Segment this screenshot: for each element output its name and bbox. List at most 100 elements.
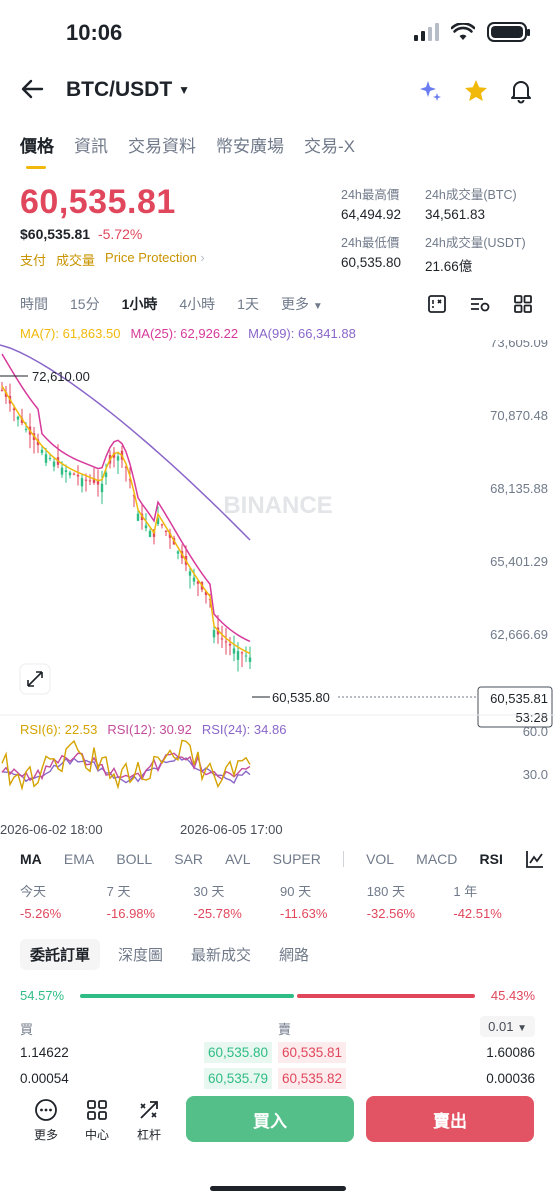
perf-label: 1 年: [453, 884, 478, 899]
bid-price: 60,535.80: [203, 1042, 272, 1063]
bid-qty: 1.14622: [20, 1045, 69, 1060]
orderbook-row: 0.00054 60,535.79 60,535.82 0.00036: [20, 1068, 535, 1092]
tab-square[interactable]: 幣安廣場: [216, 132, 284, 157]
performance-row: 今天 -5.26% 7 天 -16.98% 30 天 -25.78% 90 天 -11.…: [20, 881, 540, 921]
buy-label: 買: [20, 1022, 34, 1037]
divider: [342, 851, 344, 867]
nav-more[interactable]: 更多: [26, 1098, 66, 1143]
indicator-settings-icon[interactable]: [469, 294, 491, 314]
pair-selector[interactable]: BTC/USDT ▼: [66, 78, 190, 102]
interval-1h[interactable]: 1小時: [122, 294, 158, 314]
interval-bar: 時間 15分 1小時 4小時 1天 更多 ▼: [20, 294, 323, 314]
back-arrow-icon[interactable]: [20, 76, 46, 102]
y-tick-4: 65,401.29: [490, 554, 548, 569]
ai-sparkle-icon[interactable]: [417, 78, 443, 104]
nav-center[interactable]: 中心: [77, 1098, 117, 1143]
candle-body: [80, 478, 84, 487]
interval-more[interactable]: 更多 ▼: [281, 294, 323, 314]
candle-body: [232, 648, 236, 654]
tab-trading-data[interactable]: 交易資料: [128, 132, 196, 157]
tab-depth[interactable]: 深度圖: [108, 939, 173, 970]
price-usd: $60,535.81: [20, 226, 91, 242]
grid-layout-icon[interactable]: [513, 294, 533, 314]
y-tick-3: 68,135.88: [490, 481, 548, 496]
tab-trade-x[interactable]: 交易-X: [304, 132, 355, 157]
rsi-tick-30: 30.0: [523, 767, 548, 782]
price-chart[interactable]: BINANCE 73,605.09 70,870.48 68,135.88 65…: [0, 340, 555, 845]
candle-body: [52, 461, 56, 467]
sell-button[interactable]: 賣出: [366, 1096, 534, 1142]
candle-body: [188, 571, 192, 576]
candle-body: [160, 524, 164, 526]
candle-body: [84, 479, 88, 481]
tick-size-select[interactable]: 0.01 ▼: [480, 1016, 535, 1037]
ind-macd[interactable]: MACD: [416, 851, 457, 867]
rsi24-value: RSI(24): 34.86: [201, 722, 287, 737]
candle-body: [176, 551, 180, 554]
candle-body: [100, 483, 104, 493]
perf-value: -32.56%: [366, 906, 416, 921]
ma-legend: MA(7): 61,863.50 MA(25): 62,926.22 MA(99…: [20, 326, 356, 341]
candle-body: [48, 458, 52, 460]
ind-avl[interactable]: AVL: [225, 851, 250, 867]
vol-btc-value: 34,561.83: [425, 207, 486, 222]
vol-usdt-label: 24h成交量(USDT): [425, 236, 526, 250]
candle-body: [24, 428, 28, 431]
indicator-chart-icon[interactable]: [525, 849, 545, 869]
ask-qty: 0.00036: [486, 1071, 535, 1086]
interval-4h[interactable]: 4小時: [179, 294, 215, 314]
high-value: 64,494.92: [341, 207, 402, 222]
star-favorite-icon[interactable]: [463, 78, 489, 104]
ind-vol[interactable]: VOL: [366, 851, 394, 867]
high-label: 24h最高價: [341, 188, 400, 202]
expand-chart-icon[interactable]: [19, 663, 51, 695]
candle-body: [72, 473, 76, 475]
chart-type-icon[interactable]: [427, 294, 447, 314]
ratio-bar-sell: [296, 993, 475, 998]
ind-sar[interactable]: SAR: [174, 851, 203, 867]
link-price-protection[interactable]: Price Protection ›: [105, 250, 205, 269]
more-icon: [35, 1099, 57, 1121]
ind-super[interactable]: SUPER: [273, 851, 321, 867]
ind-boll[interactable]: BOLL: [116, 851, 152, 867]
candle-body: [236, 651, 240, 660]
ind-rsi[interactable]: RSI: [480, 851, 503, 867]
y-tick-5: 62,666.69: [490, 627, 548, 642]
vol-btc-label: 24h成交量(BTC): [425, 188, 517, 202]
ind-ema[interactable]: EMA: [64, 851, 94, 867]
rsi-legend: RSI(6): 22.53 RSI(12): 30.92 RSI(24): 34…: [20, 722, 286, 737]
interval-time[interactable]: 時間: [20, 294, 48, 314]
link-volume[interactable]: 成交量: [56, 250, 95, 269]
link-pay[interactable]: 支付: [20, 250, 46, 269]
ind-ma[interactable]: MA: [20, 851, 42, 867]
interval-1d[interactable]: 1天: [237, 294, 259, 314]
bell-icon[interactable]: [509, 78, 533, 104]
candle-body: [240, 652, 244, 654]
perf-value: -16.98%: [106, 906, 156, 921]
interval-15m[interactable]: 15分: [70, 294, 100, 314]
price-links: 支付 成交量 Price Protection ›: [20, 250, 205, 269]
countdown: 53:28: [515, 710, 548, 725]
tab-info[interactable]: 資訊: [74, 132, 108, 157]
nav-label: 中心: [84, 1128, 109, 1142]
pair-label: BTC/USDT: [66, 78, 173, 101]
tab-network[interactable]: 網路: [269, 939, 319, 970]
buy-button[interactable]: 買入: [186, 1096, 354, 1142]
chevron-right-icon: ›: [200, 250, 205, 265]
nav-leverage[interactable]: 杠杆: [129, 1098, 169, 1143]
status-time: 10:06: [66, 20, 123, 45]
nav-label: 更多: [33, 1128, 58, 1142]
candle-body: [116, 456, 120, 461]
rsi6-value: RSI(6): 22.53: [20, 722, 98, 737]
low-value: 60,535.80: [341, 255, 402, 270]
candle-body: [76, 474, 80, 477]
candle-body: [244, 655, 248, 657]
nav-label: 杠杆: [136, 1128, 161, 1142]
tab-order-book[interactable]: 委託訂單: [20, 939, 101, 970]
ma7-value: MA(7): 61,863.50: [20, 326, 121, 341]
main-tabs: 價格 資訊 交易資料 幣安廣場 交易-X: [20, 132, 355, 169]
sell-ratio: 45.43%: [490, 988, 535, 1003]
tab-price[interactable]: 價格: [20, 132, 54, 169]
tab-trades[interactable]: 最新成交: [181, 939, 261, 970]
low-label: 24h最低價: [341, 236, 400, 250]
